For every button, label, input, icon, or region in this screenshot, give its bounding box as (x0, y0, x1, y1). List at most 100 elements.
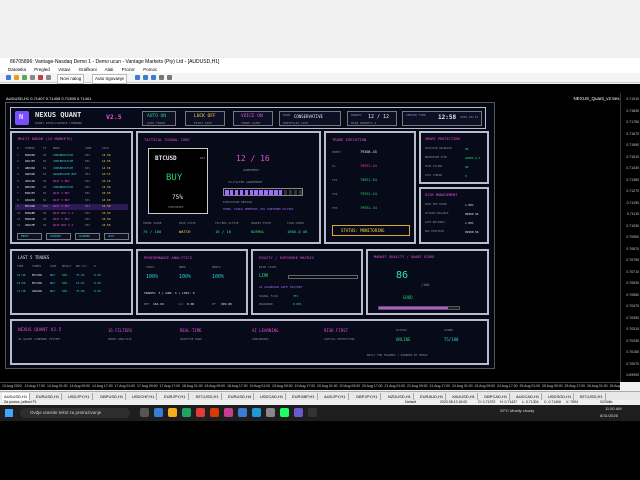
chart-tab[interactable]: XAUUSD,H1 (450, 393, 478, 400)
chart-tab[interactable]: GBPCAD,H1 (482, 393, 511, 400)
radar-cell[interactable]: USDCHF (25, 224, 35, 227)
terminal-icon[interactable] (46, 75, 51, 80)
algo-trading-button[interactable]: Auto trgovanje (92, 74, 128, 84)
taskbar-app-icon[interactable] (266, 408, 275, 417)
trades-header: R (94, 265, 96, 268)
chart-tab[interactable]: USDCAD,H1 (258, 393, 287, 400)
profiles-icon[interactable] (22, 75, 27, 80)
candle-chart-icon[interactable] (143, 75, 148, 80)
radar-cell: 10 (17, 210, 21, 215)
chart-tab[interactable]: USDJPY,H1 (66, 393, 93, 400)
lock-toggle[interactable]: LOCK OFF PIVOT SAFE (185, 111, 225, 126)
menu-charts[interactable]: Grafikoni (79, 67, 97, 72)
radar-cell[interactable]: BTCUSD (25, 205, 35, 208)
chart-tab[interactable]: NZDUSD,H1 (386, 393, 414, 400)
time-label: 26 Aug 09:00 (609, 384, 621, 388)
taskbar-app-icon[interactable] (294, 408, 303, 417)
price-axis[interactable]: 0.71910 0.71830 0.71750 0.71670 0.71590 0.715… (620, 93, 640, 382)
radar-button[interactable]: ENTRY (17, 233, 42, 240)
menu-help[interactable]: Pomoc (143, 67, 157, 72)
chart-tab[interactable]: BTCUSD,H1 (194, 393, 222, 400)
open-icon[interactable] (14, 75, 19, 80)
radar-cell[interactable]: XAUUSD (25, 198, 35, 202)
chart-tab[interactable]: EURAUD,H1 (418, 393, 447, 400)
taskbar-app-icon[interactable] (252, 408, 261, 417)
radar-cell[interactable]: EURUSD (25, 154, 35, 157)
radar-cell: 65% (85, 197, 91, 202)
taskbar-app-icon[interactable] (238, 408, 247, 417)
new-chart-icon[interactable] (6, 75, 11, 80)
radar-cell[interactable]: EURGBP (25, 211, 35, 215)
chart-tab[interactable]: GBPUSD,H1 (98, 393, 127, 400)
menu-tools[interactable]: Alati (105, 67, 114, 72)
taskbar-search[interactable]: Ovdje unesite tekst za pretrazivanje (20, 408, 130, 418)
price-label: 0.69990 (626, 373, 639, 377)
radar-cell[interactable]: EURJPY (25, 192, 35, 195)
windows-start-icon[interactable] (5, 409, 13, 417)
chart-tab[interactable]: BTCUSD,H1 (578, 393, 606, 400)
chart-tab[interactable]: EURGBP,H1 (290, 393, 318, 400)
line-chart-icon[interactable] (151, 75, 156, 80)
zoom-out-icon[interactable] (167, 75, 172, 80)
trades-cell: 12:45 (17, 273, 26, 277)
chart-tab[interactable]: EURJPY,H1 (162, 393, 189, 400)
chart-tab[interactable]: EURUSD,H1 (34, 393, 63, 400)
radar-cell[interactable]: USDCAD (25, 179, 35, 183)
radar-cell[interactable]: NZDUSD (25, 186, 35, 189)
taskbar-app-icon[interactable] (140, 408, 149, 417)
chart-tab[interactable]: AUDCAD,H1 (514, 393, 543, 400)
chart-tab[interactable]: GBPJPY,H1 (354, 393, 381, 400)
chart-tab[interactable]: USDSGD,H1 (546, 393, 575, 400)
menu-window[interactable]: Prozor (122, 67, 135, 72)
market-watch-icon[interactable] (30, 75, 35, 80)
auto-trade-toggle[interactable]: AUTO ON AUTO TRADE (142, 111, 176, 126)
radar-cell[interactable]: USDJPY (25, 160, 35, 163)
taskbar-app-icon[interactable] (196, 408, 205, 417)
mode-panel[interactable]: MODE CONSERVATIVE PORTFOLIO SAFE (279, 111, 341, 126)
protect-value: ARMED @ 0 (465, 156, 481, 160)
radar-button[interactable]: CONSERV. (46, 233, 71, 240)
radar-cell[interactable]: GBPUSD (25, 166, 35, 170)
menu-file[interactable]: Datoteka (8, 67, 26, 72)
radar-header: LOCK (102, 146, 109, 150)
chart-tab[interactable]: USDCHF,H1 (130, 393, 158, 400)
voice-toggle[interactable]: VOICE ON TRADE ALERT (233, 111, 273, 126)
chart-tab[interactable]: AUDUSD,H1 (2, 393, 31, 400)
taskbar-app-icon[interactable] (308, 408, 317, 417)
taskbar-app-icon[interactable] (154, 408, 163, 417)
radar-cell: H1 (43, 172, 47, 177)
radar-cell[interactable]: AUDUSD (25, 173, 35, 176)
taskbar-app-icon[interactable] (210, 408, 219, 417)
trade-execution-panel: TRADE EXECUTION STATUS: MONITORING ENTRY… (324, 131, 416, 244)
radar-cell: WAIT 5 BUY (53, 204, 70, 209)
radar-cell[interactable]: EURAUD (25, 218, 35, 221)
navigator-icon[interactable] (38, 75, 43, 80)
radar-button[interactable]: AUTO (104, 233, 129, 240)
clock-time[interactable]: 11:50 AM (605, 406, 622, 411)
radar-cell: 10.13 (102, 172, 111, 177)
perf-label: WEEK (179, 265, 186, 269)
taskbar-app-icon[interactable] (168, 408, 177, 417)
menu-view[interactable]: Pregled (34, 67, 50, 72)
time-axis[interactable]: 13 Aug 2020 13 Aug 17:00 14 Aug 01:00 14 Au… (0, 382, 620, 390)
new-order-button[interactable]: Novi nalog (57, 74, 85, 84)
chart-tab[interactable]: EURUSD,H4 (226, 393, 255, 400)
radar-cell: 8 (17, 197, 19, 202)
protect-label: BREAKEVEN STOP (425, 156, 447, 159)
taskbar-app-icon[interactable] (182, 408, 191, 417)
bar-chart-icon[interactable] (135, 75, 140, 80)
menu-insert[interactable]: Vstavi (58, 67, 70, 72)
weather-widget[interactable]: 29°C Mostly cloudy (500, 408, 534, 413)
zoom-in-icon[interactable] (159, 75, 164, 80)
radar-cell: WAIT BUY 5.4 (53, 210, 74, 215)
chart-tab[interactable]: AUDJPY,H1 (322, 393, 349, 400)
taskbar-app-icon[interactable] (280, 408, 289, 417)
trades-cell: BUY (50, 273, 56, 277)
signal-stat-value: 1605.0 OK (287, 229, 308, 234)
taskbar-app-icon[interactable] (224, 408, 233, 417)
filter-segment (298, 190, 303, 195)
clock-date[interactable]: 8/31/2026 (600, 413, 618, 418)
market-panel[interactable]: MARKET 12 / 12 MAIN MARKETS A (347, 111, 397, 126)
radar-button[interactable]: SCANNER (75, 233, 100, 240)
version-label: V2.5 (106, 113, 122, 121)
